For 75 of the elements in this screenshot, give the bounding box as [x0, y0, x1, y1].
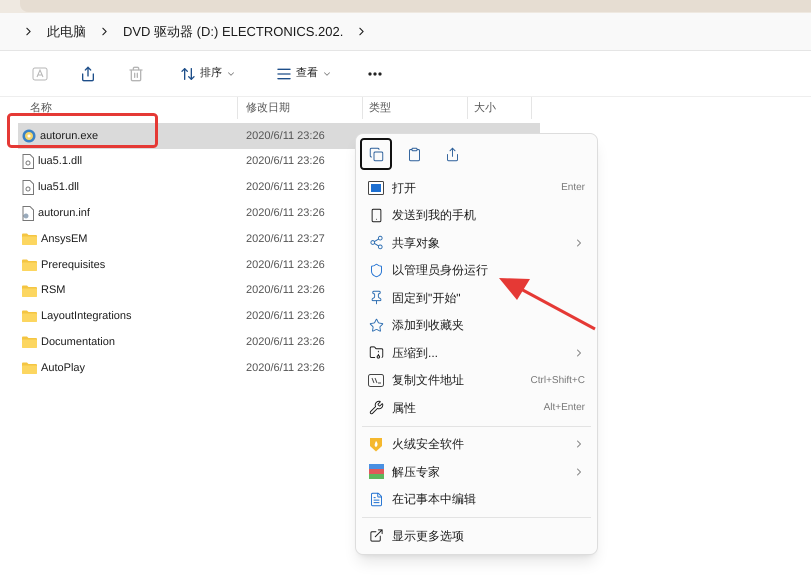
modified-date: 2020/6/11 23:26 [245, 128, 325, 144]
folder-icon [22, 310, 37, 322]
menu-item[interactable]: 共享对象 [356, 229, 597, 256]
shield-icon [368, 262, 384, 278]
column-header[interactable]: 名称 [8, 97, 238, 119]
file-name: lua5.1.dll [38, 154, 82, 170]
modified-date: 2020/6/11 23:26 [245, 309, 325, 324]
menu-item[interactable]: 复制文件地址 Ctrl+Shift+C [356, 366, 597, 394]
file-name: Prerequisites [41, 258, 106, 273]
modified-date: 2020/6/11 23:26 [245, 206, 325, 222]
modified-date: 2020/6/11 23:26 [245, 335, 325, 350]
menu-item[interactable]: 压缩到... [356, 339, 597, 366]
sort-button[interactable]: 排序 [172, 60, 244, 88]
folder-icon [22, 284, 37, 297]
file-name: AutoPlay [41, 360, 86, 376]
menu-item[interactable]: 添加到收藏夹 [356, 312, 597, 339]
file-name: lua51.dll [38, 180, 79, 196]
menu-item[interactable]: 火绒安全软件 [356, 430, 597, 458]
menu-item[interactable]: 显示更多选项 [356, 522, 597, 550]
copy-icon [368, 146, 384, 162]
folder-icon [22, 233, 37, 246]
file-name: autorun.inf [38, 206, 90, 222]
breadcrumb-item[interactable]: 此电脑 [47, 22, 86, 42]
file-name: autorun.exe [40, 128, 98, 144]
shortcut-text: Enter [561, 181, 585, 196]
more-options-icon [368, 528, 384, 544]
column-header[interactable]: 修改日期 [238, 97, 363, 119]
folder-icon [22, 336, 37, 348]
file-name: LayoutIntegrations [41, 309, 132, 324]
modified-date: 2020/6/11 23:26 [245, 180, 325, 196]
modified-date: 2020/6/11 23:26 [245, 258, 325, 273]
menu-item[interactable]: 解压专家 [356, 458, 597, 486]
notepad-icon [368, 492, 384, 507]
folder-icon [22, 258, 37, 271]
breadcrumb-item[interactable]: DVD 驱动器 (D:) ELECTRONICS.202. [123, 22, 344, 42]
shortcut-text: Ctrl+Shift+C [530, 374, 585, 388]
file-name: AnsysEM [41, 232, 88, 247]
trash-icon [128, 66, 144, 82]
copy-button[interactable] [360, 138, 392, 170]
path-icon [368, 374, 384, 387]
column-header[interactable]: 类型 [363, 97, 468, 119]
modified-date: 2020/6/11 23:26 [245, 283, 325, 298]
column-header[interactable]: 大小 [468, 97, 532, 119]
flame-shield-icon [369, 436, 383, 452]
archive-folder-icon [368, 345, 384, 360]
share-icon [80, 66, 96, 82]
paste-icon [406, 146, 422, 162]
view-button[interactable]: 查看 [268, 60, 340, 88]
modified-date: 2020/6/11 23:26 [245, 360, 325, 376]
menu-item[interactable]: 属性 Alt+Enter [356, 394, 597, 422]
rename-icon [32, 66, 48, 82]
disc-icon [22, 128, 36, 143]
star-icon [368, 318, 384, 333]
archive-app-icon [368, 464, 384, 480]
settings-file-icon [22, 206, 34, 221]
file-name: RSM [41, 283, 66, 298]
pin-icon [368, 290, 384, 306]
share-icon [368, 235, 384, 250]
phone-icon [368, 208, 384, 223]
menu-item[interactable]: 在记事本中编辑 [356, 486, 597, 513]
more-icon [368, 72, 382, 76]
folder-icon [22, 362, 37, 374]
file-name: Documentation [41, 335, 115, 350]
wrench-icon [368, 400, 384, 416]
shortcut-text: Alt+Enter [544, 401, 585, 416]
modified-date: 2020/6/11 23:26 [245, 154, 325, 170]
menu-item[interactable]: 以管理员身份运行 [356, 256, 597, 284]
list-icon [276, 66, 292, 82]
sort-icon [180, 66, 196, 82]
modified-date: 2020/6/11 23:27 [245, 232, 325, 247]
menu-item[interactable]: 打开 Enter [356, 174, 597, 202]
menu-item[interactable]: 发送到我的手机 [356, 202, 597, 229]
window-icon [368, 180, 384, 195]
share-icon [444, 146, 460, 162]
file-row[interactable]: lua5.1.dll 2020/6/11 23:26 [18, 148, 540, 175]
